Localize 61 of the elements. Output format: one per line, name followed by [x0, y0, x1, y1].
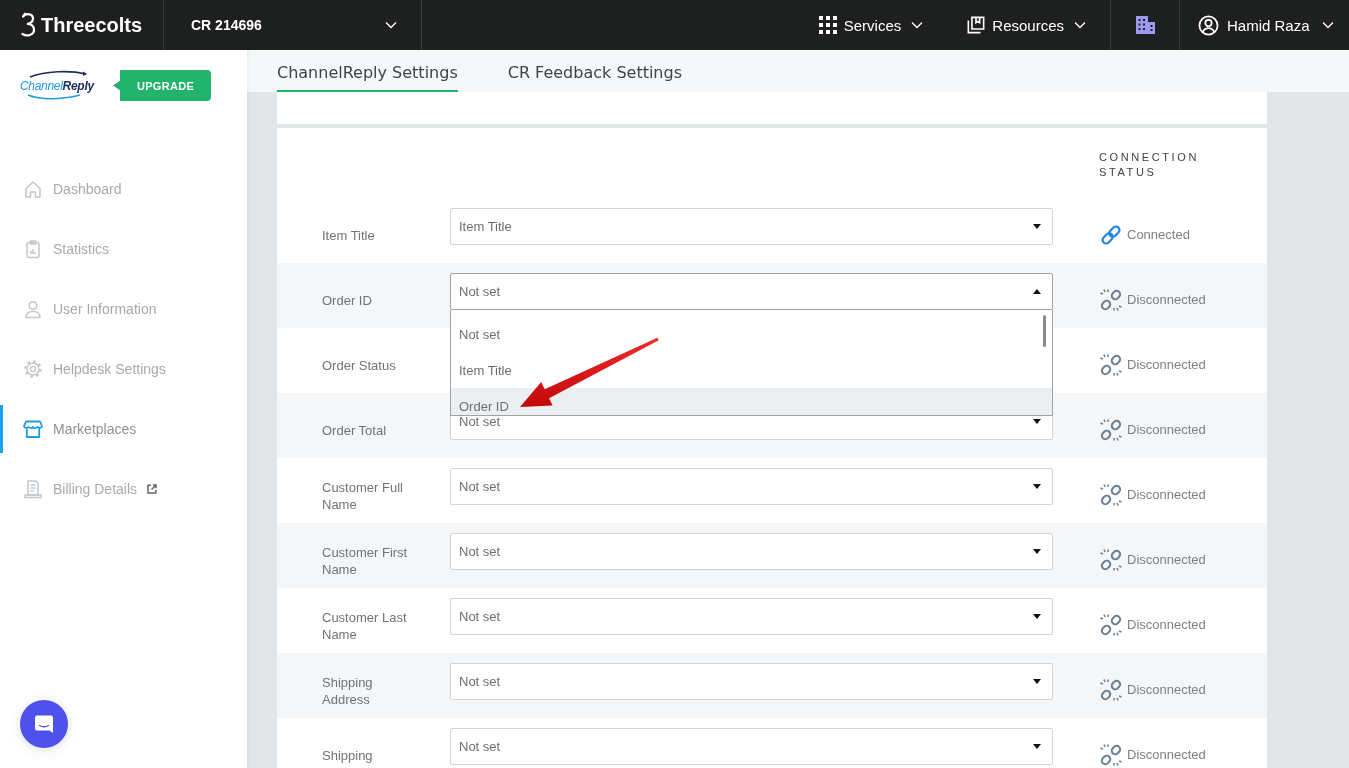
field-label: Order ID: [322, 292, 373, 309]
user-avatar-icon: [1198, 14, 1219, 36]
chat-icon: [33, 713, 55, 735]
home-icon: [23, 179, 43, 199]
chevron-down-icon: [1074, 21, 1086, 29]
tab[interactable]: CR Feedback Settings: [507, 50, 682, 92]
field-label: Order Total: [322, 422, 388, 439]
field-label: Shipping: [322, 747, 374, 764]
status-text: Disconnected: [1127, 292, 1206, 307]
clipboard-icon: [23, 239, 43, 259]
select-field[interactable]: Not set: [450, 663, 1053, 700]
select-field[interactable]: Not set: [450, 533, 1053, 570]
store-icon: [23, 419, 43, 439]
status-text: Connected: [1127, 227, 1190, 242]
document-icon: [23, 479, 43, 499]
building-icon[interactable]: [1134, 14, 1156, 36]
logo-icon: [20, 12, 36, 38]
nav-item[interactable]: Marketplaces: [0, 405, 247, 453]
caret-down-icon: [1033, 614, 1041, 619]
caret-down-icon: [1033, 419, 1041, 424]
dropdown-option[interactable]: Not set: [451, 316, 1052, 352]
dropdown-option[interactable]: Item Title: [451, 352, 1052, 388]
select-field[interactable]: Not set: [450, 273, 1053, 310]
caret-down-icon: [1033, 679, 1041, 684]
user-menu[interactable]: Hamid Raza: [1180, 0, 1349, 50]
status-text: Disconnected: [1127, 357, 1206, 372]
field-label: Item Title: [322, 227, 376, 244]
field-label: Customer First Name: [322, 543, 409, 578]
caret-down-icon: [1033, 484, 1041, 489]
status-text: Disconnected: [1127, 682, 1206, 697]
select-field[interactable]: Not set: [450, 598, 1053, 635]
field-label: Order Status: [322, 357, 397, 374]
brand-logo: ChannelReply: [20, 70, 98, 101]
column-heading: CONNECTION STATUS: [1099, 150, 1200, 180]
user-icon: [23, 299, 43, 319]
menu-button[interactable]: Resources: [967, 16, 1086, 34]
field-label: Customer Full Name: [322, 478, 404, 513]
status-text: Disconnected: [1127, 552, 1206, 567]
status-text: Disconnected: [1127, 617, 1206, 632]
scrollbar-thumb[interactable]: [1043, 315, 1046, 347]
grid-icon: [818, 16, 837, 34]
status-text: Disconnected: [1127, 422, 1206, 437]
menu-button[interactable]: Services: [818, 16, 924, 34]
caret-up-icon: [1033, 289, 1041, 294]
caret-down-icon: [1033, 744, 1041, 749]
brand-name: Threecolts: [41, 13, 143, 37]
chevron-down-icon: [911, 21, 924, 29]
field-label: Customer Last Name: [322, 608, 408, 643]
caret-down-icon: [1033, 549, 1041, 554]
chevron-down-icon: [1321, 21, 1334, 29]
status-text: Disconnected: [1127, 747, 1206, 762]
select-field[interactable]: Not set: [450, 728, 1053, 765]
select-field[interactable]: Not set: [450, 468, 1053, 505]
chevron-down-icon: [385, 21, 397, 29]
dropdown-option[interactable]: Order ID: [451, 388, 1052, 415]
status-text: Disconnected: [1127, 487, 1206, 502]
settings-icon: [23, 359, 43, 379]
select-field[interactable]: Item Title: [450, 208, 1053, 245]
field-label: Shipping Address: [322, 673, 374, 708]
book-icon: [967, 16, 986, 34]
caret-down-icon: [1033, 224, 1041, 229]
